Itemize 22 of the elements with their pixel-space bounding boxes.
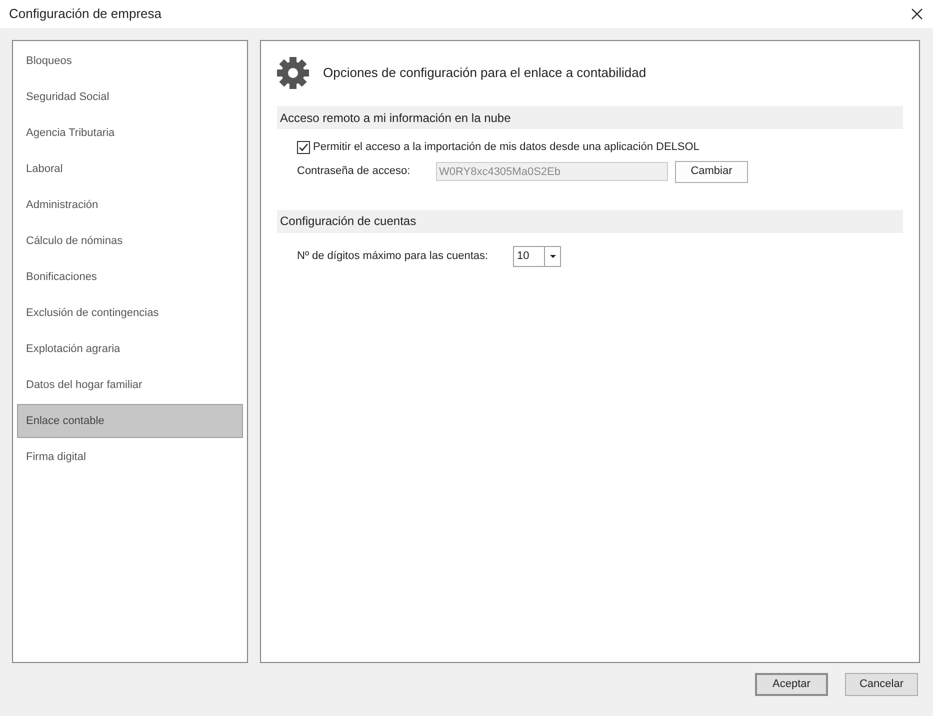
sidebar-item[interactable]: Administración — [17, 188, 243, 222]
sidebar-item[interactable]: Explotación agraria — [17, 332, 243, 366]
sidebar-item[interactable]: Exclusión de contingencias — [17, 296, 243, 330]
sidebar-item[interactable]: Firma digital — [17, 440, 243, 474]
digits-dropdown[interactable]: 10 — [513, 246, 561, 266]
dialog-button[interactable]: Aceptar — [755, 673, 828, 696]
sidebar-item[interactable]: Laboral — [17, 152, 243, 186]
section-header: Configuración de cuentas — [277, 210, 903, 232]
permission-checkbox[interactable]: Permitir el acceso a la importación de mis datos desde una aplicación DELSOL — [297, 139, 903, 156]
sidebar-item[interactable]: Seguridad Social — [17, 80, 243, 114]
dialog-button[interactable]: Cancelar — [845, 673, 918, 696]
sidebar-item[interactable]: Enlace contable — [17, 404, 243, 438]
section-header: Acceso remoto a mi información en la nube — [277, 106, 903, 129]
panel-title: Opciones de configuración para el enlace a contabilidad — [323, 64, 646, 82]
sidebar-item[interactable]: Cálculo de nóminas — [17, 224, 243, 258]
window-title: Configuración de empresa — [9, 5, 162, 24]
password-label: Contraseña de acceso: — [297, 164, 412, 180]
sidebar-item[interactable]: Datos del hogar familiar — [17, 368, 243, 402]
sidebar-item[interactable]: Agencia Tributaria — [17, 116, 243, 150]
digits-label: Nº de dígitos máximo para las cuentas: — [297, 248, 490, 264]
sidebar-item[interactable]: Bonificaciones — [17, 260, 243, 294]
sidebar-item[interactable]: Bloqueos — [17, 44, 243, 78]
